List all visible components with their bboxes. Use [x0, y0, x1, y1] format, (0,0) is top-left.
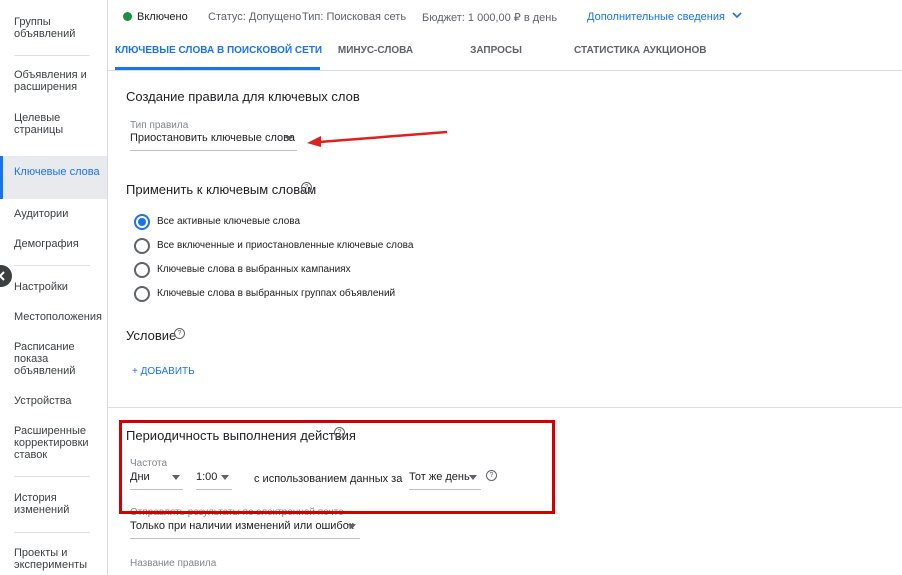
- red-arrow-annotation: [307, 130, 448, 147]
- sidebar-item-label: Ключевые слова: [14, 166, 100, 178]
- radio-all-active-keywords[interactable]: [134, 214, 150, 230]
- sidebar-item-locations[interactable]: Местоположения: [0, 311, 107, 323]
- tab-search-terms[interactable]: ЗАПРОСЫ: [466, 34, 526, 70]
- highlight-box-annotation: [119, 420, 555, 514]
- help-icon[interactable]: ?: [174, 328, 185, 339]
- radio-label: Все активные ключевые слова: [157, 216, 301, 227]
- radio-selected-ad-groups[interactable]: [134, 286, 150, 302]
- email-results-dropdown[interactable]: Только при наличии изменений или ошибок: [130, 520, 360, 539]
- sidebar-item-label: Объявления и расширения: [14, 69, 87, 93]
- sidebar-item-label: Расширенные корректировки ставок: [14, 425, 89, 461]
- main-content: Включено Статус: Допущено Тип: Поисковая…: [108, 0, 902, 575]
- sidebar-divider: [14, 532, 90, 533]
- sidebar-item-label: Устройства: [14, 395, 72, 407]
- tab-auction-insights[interactable]: СТАТИСТИКА АУКЦИОНОВ: [574, 34, 707, 70]
- radio-selected-campaigns[interactable]: [134, 262, 150, 278]
- sidebar-item-change-history[interactable]: История изменений: [0, 492, 90, 516]
- sidebar-divider: [14, 55, 90, 56]
- more-details-link[interactable]: Дополнительные сведения: [587, 11, 743, 23]
- radio-label: Ключевые слова в выбранных кампаниях: [157, 264, 351, 275]
- sidebar-item-audiences[interactable]: Аудитории: [0, 208, 107, 220]
- sidebar-item-label: Настройки: [14, 281, 68, 293]
- sidebar-item-drafts-experiments[interactable]: Проекты и эксперименты: [0, 547, 100, 571]
- rule-type-dropdown[interactable]: Приостановить ключевые слова: [130, 132, 297, 151]
- more-details-label: Дополнительные сведения: [587, 11, 725, 23]
- sidebar-item-ad-schedule[interactable]: Расписание показа объявлений: [0, 341, 90, 377]
- sidebar-item-label: Демография: [14, 238, 79, 250]
- radio-label: Все включенные и приостановленные ключев…: [157, 240, 414, 251]
- add-condition-button[interactable]: + ДОБАВИТЬ: [132, 366, 195, 377]
- sidebar-item-keywords[interactable]: Ключевые слова: [0, 156, 107, 199]
- help-icon[interactable]: ?: [301, 182, 312, 193]
- tabs: КЛЮЧЕВЫЕ СЛОВА В ПОИСКОВОЙ СЕТИ МИНУС-СЛ…: [108, 34, 902, 71]
- sidebar-item-label: Целевые страницы: [14, 112, 64, 136]
- collapse-arrow-icon: [0, 271, 5, 281]
- status-dot-icon: [123, 12, 132, 21]
- sidebar-item-label: Аудитории: [14, 208, 69, 220]
- dropdown-triangle-icon: [348, 524, 356, 529]
- sidebar-item-label: Проекты и эксперименты: [14, 547, 88, 571]
- enabled-label: Включено: [137, 11, 188, 23]
- approval-status: Статус: Допущено: [208, 11, 302, 23]
- sidebar-item-ads-extensions[interactable]: Объявления и расширения: [0, 69, 107, 93]
- sidebar-divider: [14, 265, 90, 266]
- sidebar-item-label: Расписание показа объявлений: [14, 341, 76, 377]
- sidebar-divider: [14, 476, 90, 477]
- apply-to-keywords-title: Применить к ключевым словам: [126, 182, 317, 197]
- rule-type-value: Приостановить ключевые слова: [130, 132, 295, 144]
- page-title: Создание правила для ключевых слов: [126, 89, 360, 104]
- sidebar-item-label: История изменений: [14, 492, 70, 516]
- section-divider: [108, 407, 902, 408]
- sidebar-item-demographics[interactable]: Демография: [0, 238, 107, 250]
- sidebar-item-label: Местоположения: [14, 311, 102, 323]
- rule-name-label: Название правила: [130, 558, 217, 569]
- email-results-value: Только при наличии изменений или ошибок: [130, 520, 354, 532]
- enabled-status[interactable]: Включено: [123, 11, 188, 23]
- sidebar-item-ad-groups[interactable]: Группы объявлений: [0, 16, 107, 40]
- network-type: Тип: Поисковая сеть: [302, 11, 407, 23]
- sidebar-item-devices[interactable]: Устройства: [0, 395, 107, 407]
- budget: Бюджет: 1 000,00 ₽ в день: [422, 12, 558, 24]
- sidebar-item-settings[interactable]: Настройки: [0, 281, 107, 293]
- collapse-sidebar-button[interactable]: [0, 265, 12, 287]
- sidebar-item-label: Группы объявлений: [14, 16, 76, 40]
- sidebar: Группы объявлений Объявления и расширени…: [0, 0, 108, 575]
- dropdown-triangle-icon: [285, 136, 293, 141]
- rule-type-label: Тип правила: [130, 120, 189, 131]
- tab-search-keywords[interactable]: КЛЮЧЕВЫЕ СЛОВА В ПОИСКОВОЙ СЕТИ: [115, 34, 322, 70]
- status-bar: Включено Статус: Допущено Тип: Поисковая…: [108, 0, 902, 34]
- tab-negative-keywords[interactable]: МИНУС-СЛОВА: [333, 34, 418, 70]
- condition-title: Условие: [126, 328, 177, 343]
- radio-enabled-paused-keywords[interactable]: [134, 238, 150, 254]
- sidebar-item-advanced-bid-adjustments[interactable]: Расширенные корректировки ставок: [0, 425, 104, 461]
- chevron-down-icon: [732, 12, 742, 19]
- sidebar-item-landing-pages[interactable]: Целевые страницы: [0, 112, 107, 136]
- radio-label: Ключевые слова в выбранных группах объяв…: [157, 288, 396, 299]
